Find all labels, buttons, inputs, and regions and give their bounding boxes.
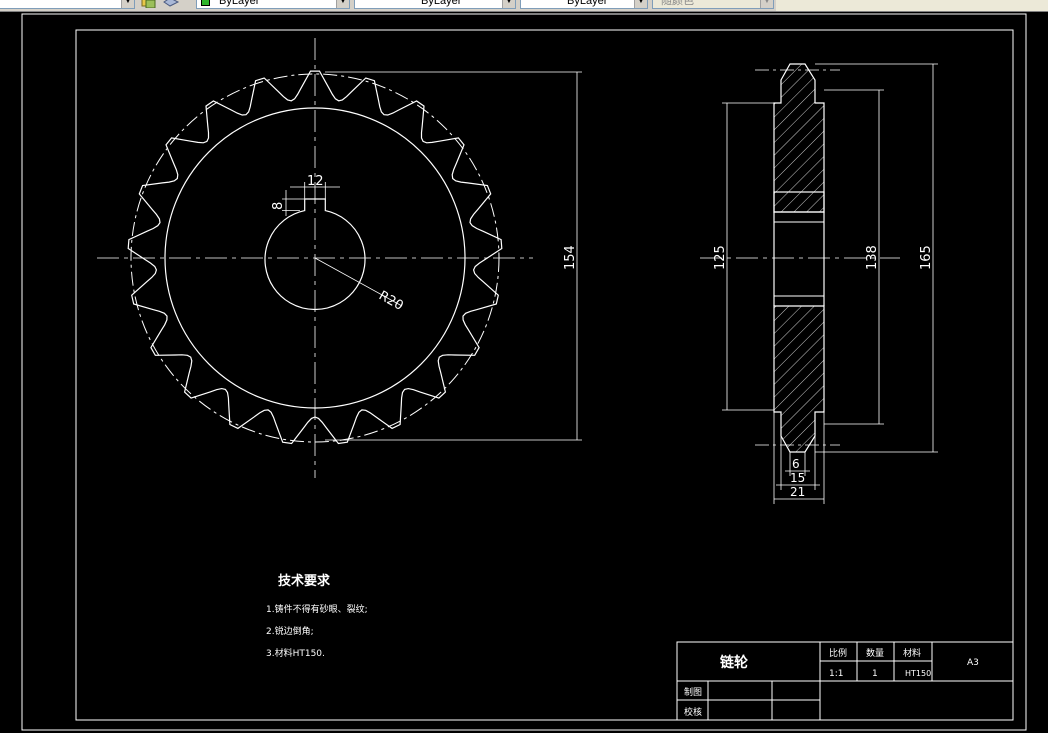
lineweight-combo[interactable]: ByLayer ▼ (520, 0, 648, 9)
linetype-combo-value: ByLayer (421, 0, 462, 7)
section-upper (773, 63, 825, 213)
checked-label: 校核 (684, 706, 702, 718)
side-view: 125 138 165 6 15 21 (700, 63, 938, 504)
properties-toolbar: ▼ ByLayer ▼ ByLayer ▼ ByLayer ▼ 随颜色 ▼ (0, 0, 1048, 12)
chevron-down-icon[interactable]: ▼ (336, 0, 349, 8)
tech-req-item-3: 3.材料HT150. (266, 647, 325, 659)
drawn-label: 制图 (684, 686, 702, 698)
qty-value: 1 (872, 669, 878, 679)
dim-keyway-depth: 8 (271, 202, 286, 210)
plotstyle-combo-value: 随颜色 (661, 0, 694, 7)
dim-rim-width: 15 (790, 471, 805, 485)
scale-label: 比例 (829, 647, 847, 659)
front-view: 12 8 R20 154 (97, 38, 582, 478)
linetype-combo[interactable]: ByLayer ▼ (354, 0, 516, 9)
tech-req-item-2: 2.锐边倒角; (266, 625, 314, 637)
title-block-text: 链轮 比例 数量 材料 1:1 1 HT150 A3 制图 校核 (684, 647, 979, 718)
layer-tools-icon[interactable] (140, 0, 184, 8)
dim-outer-diameter: 165 (919, 245, 934, 270)
lineweight-combo-value: ByLayer (567, 0, 608, 7)
color-swatch-icon (201, 0, 210, 6)
scale-value: 1:1 (829, 669, 843, 679)
qty-label: 数量 (866, 647, 884, 659)
dim-keyway-width: 12 (307, 174, 324, 189)
dim-front-height: 154 (563, 245, 578, 270)
tech-req-item-1: 1.铸件不得有砂眼、裂纹; (266, 603, 368, 615)
chevron-down-icon[interactable]: ▼ (502, 0, 515, 8)
dim-hub-diameter: 125 (713, 245, 728, 270)
dim-pitch-diameter: 138 (865, 245, 880, 270)
inner-drawing-frame (75, 29, 1014, 721)
dim-bore-radius: R20 (376, 288, 406, 314)
dim-hub-width: 21 (790, 485, 805, 499)
plotstyle-combo[interactable]: 随颜色 ▼ (652, 0, 774, 9)
chevron-down-icon[interactable]: ▼ (121, 0, 134, 8)
section-lower (773, 305, 825, 453)
drawing-canvas[interactable]: 12 8 R20 154 125 138 165 6 15 21 技术要求 1.… (0, 12, 1048, 733)
color-combo[interactable]: ByLayer ▼ (196, 0, 350, 9)
chevron-down-icon[interactable]: ▼ (634, 0, 647, 8)
outer-sheet-border (21, 13, 1027, 731)
tech-req-title: 技术要求 (278, 573, 331, 589)
layer-combo[interactable]: ▼ (0, 0, 135, 9)
material-label: 材料 (903, 647, 921, 659)
technical-requirements: 技术要求 1.铸件不得有砂眼、裂纹; 2.锐边倒角; 3.材料HT150. (266, 573, 368, 659)
sheet-size: A3 (967, 658, 979, 668)
part-name: 链轮 (720, 654, 748, 671)
toolbar-empty-area (776, 0, 1048, 11)
color-combo-value: ByLayer (219, 0, 260, 7)
dim-tooth-width: 6 (792, 457, 800, 471)
chevron-down-icon[interactable]: ▼ (760, 0, 773, 8)
material-value: HT150 (905, 669, 931, 678)
